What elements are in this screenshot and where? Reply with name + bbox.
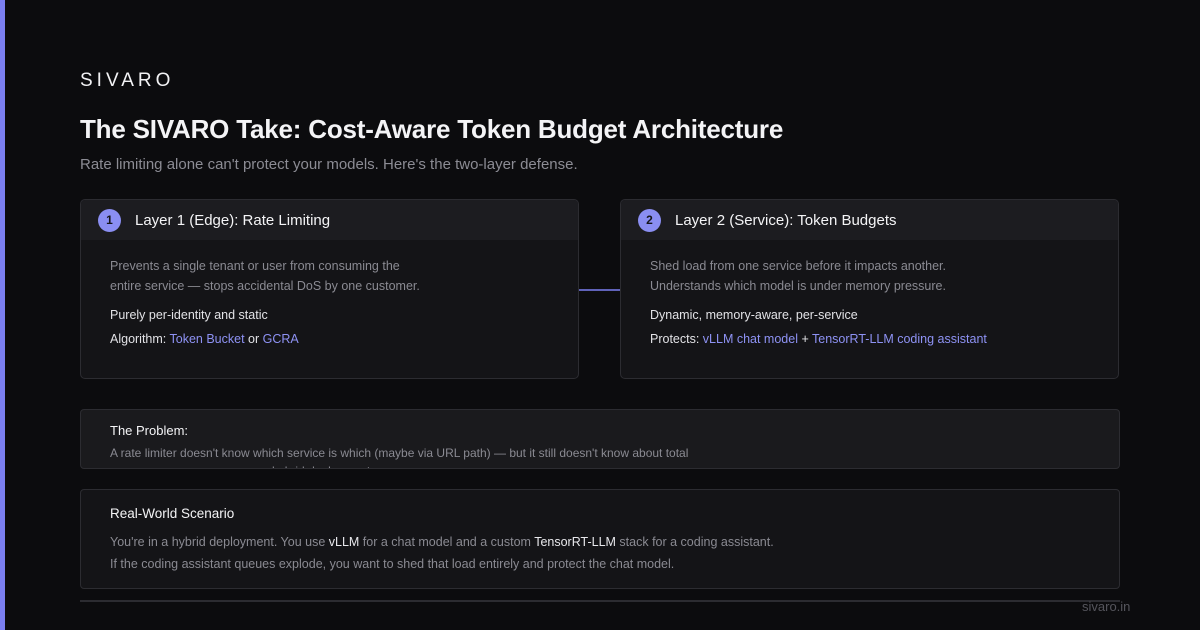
- layer-2-number-badge: 2: [638, 208, 661, 232]
- page-title: The SIVARO Take: Cost-Aware Token Budget…: [80, 114, 784, 144]
- problem-text: A rate limiter doesn't know which servic…: [110, 446, 689, 468]
- tensorrt-llm-term: TensorRT-LLM: [534, 535, 616, 549]
- scenario-line-2: If the coding assistant queues explode, …: [110, 557, 675, 571]
- layer-1-property: Purely per-identity and static: [110, 308, 268, 322]
- layer-1-header: 1 Layer 1 (Edge): Rate Limiting: [81, 200, 578, 240]
- layer-2-title: Layer 2 (Service): Token Budgets: [675, 211, 897, 229]
- vllm-term: vLLM: [328, 535, 360, 549]
- problem-box: The Problem: A rate limiter doesn't know…: [80, 409, 1120, 469]
- brand-logo: SIVARO: [80, 70, 175, 91]
- page-subtitle: Rate limiting alone can't protect your m…: [80, 156, 578, 173]
- layer-2-header: 2 Layer 2 (Service): Token Budgets: [621, 200, 1118, 240]
- token-bucket-link[interactable]: Token Bucket: [170, 332, 245, 346]
- layer-2-protects: Protects: vLLM chat model + TensorRT-LLM…: [650, 332, 987, 346]
- layer-1-number-badge: 1: [98, 208, 121, 232]
- layer-1-algorithm: Algorithm: Token Bucket or GCRA: [110, 332, 299, 346]
- gcra-link[interactable]: GCRA: [263, 332, 299, 346]
- layer-2-card: 2 Layer 2 (Service): Token Budgets Shed …: [620, 199, 1119, 379]
- layer-1-card: 1 Layer 1 (Edge): Rate Limiting Prevents…: [80, 199, 579, 379]
- footer-brand: sivaro.in: [1082, 599, 1131, 614]
- layer-1-description: Prevents a single tenant or user from co…: [110, 259, 420, 293]
- scenario-text: You're in a hybrid deployment. You use v…: [110, 531, 774, 575]
- layer-1-title: Layer 1 (Edge): Rate Limiting: [135, 211, 331, 229]
- tensorrt-llm-assistant-link[interactable]: TensorRT-LLM coding assistant: [812, 332, 987, 346]
- layer-2-property: Dynamic, memory-aware, per-service: [650, 308, 858, 322]
- problem-title: The Problem:: [110, 423, 189, 438]
- footer-divider: [80, 600, 1120, 602]
- accent-bar: [0, 0, 5, 630]
- scenario-line-1: You're in a hybrid deployment. You use v…: [110, 535, 774, 549]
- layer-2-description: Shed load from one service before it imp…: [650, 259, 946, 293]
- scenario-box: Real-World Scenario You're in a hybrid d…: [80, 489, 1120, 589]
- vllm-chat-model-link[interactable]: vLLM chat model: [703, 332, 798, 346]
- scenario-title: Real-World Scenario: [110, 506, 235, 521]
